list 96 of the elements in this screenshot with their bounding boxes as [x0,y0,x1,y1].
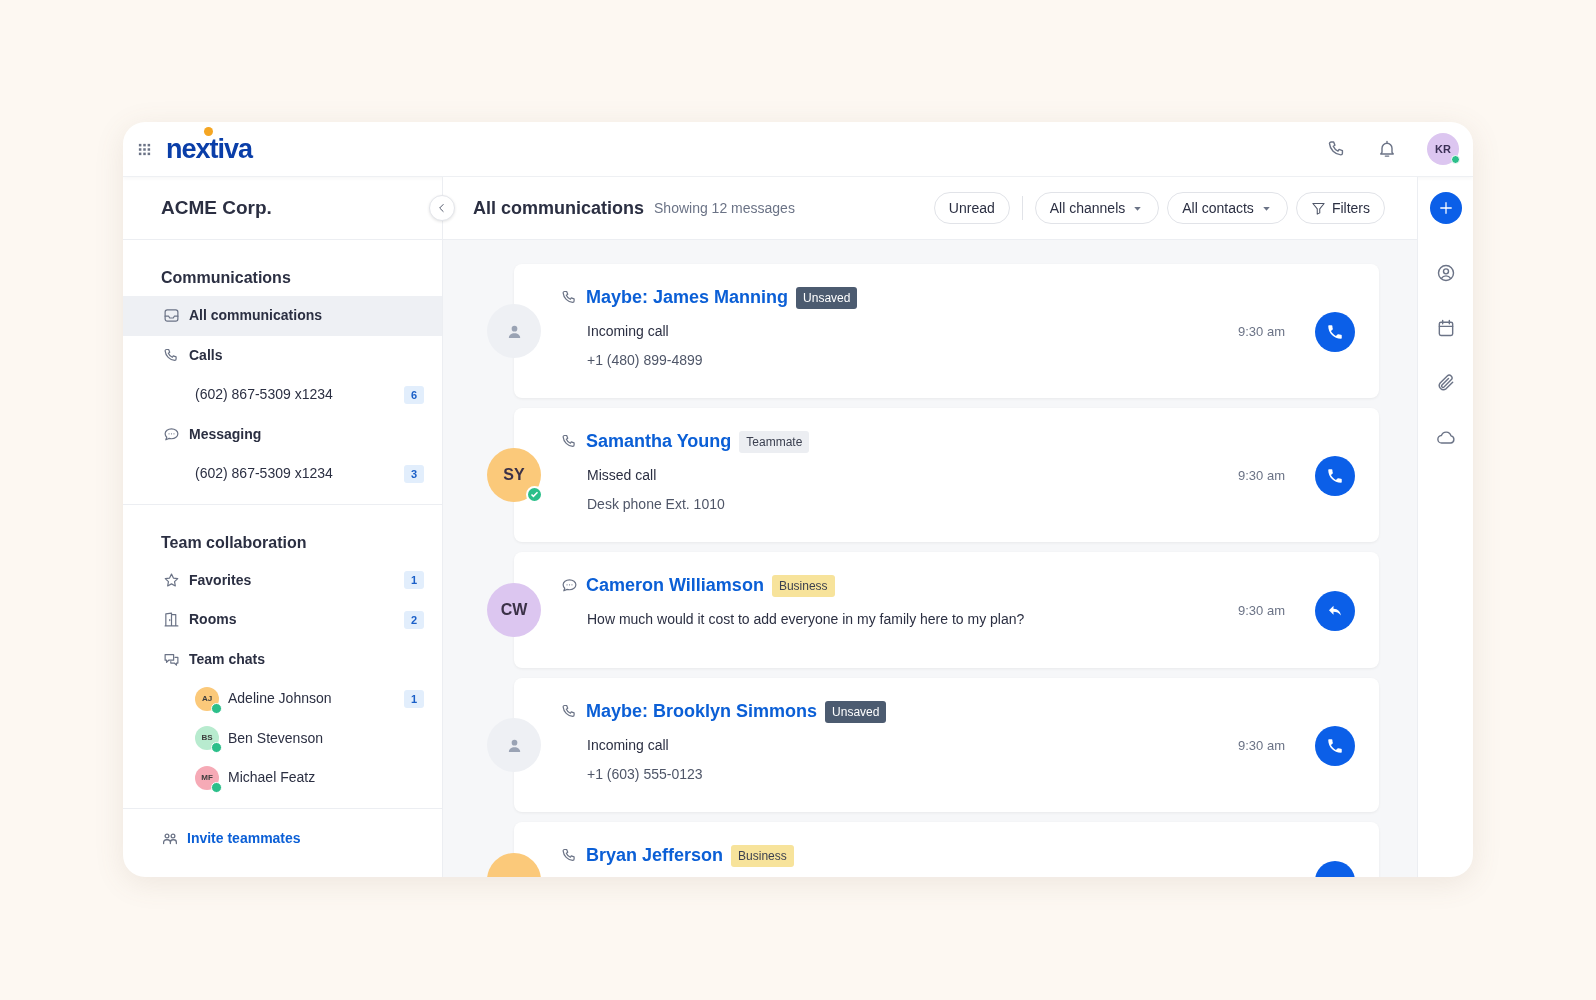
message-summary: Incoming call [586,736,670,755]
paperclip-icon[interactable] [1435,373,1456,393]
item-label: Messaging [189,424,262,444]
message-detail: Desk phone Ext. 1010 [586,495,726,514]
sidebar-item[interactable]: Team chats [123,639,442,679]
count-badge: 1 [404,571,424,590]
contact-name[interactable]: Samantha Young [586,428,732,455]
phone-icon [1326,737,1344,755]
message-time: 9:30 am [1238,323,1285,342]
message-time: 9:30 am [1238,602,1285,621]
count-badge: 1 [404,689,424,708]
sidebar-item[interactable]: Rooms 2 [123,600,442,640]
filter-button[interactable]: Filters [1295,192,1385,224]
avatar: CW [487,583,541,637]
call-button[interactable] [1315,456,1355,496]
sidebar-item[interactable]: (602) 867-5309 x1234 6 [123,375,442,415]
item-label: Michael Featz [228,768,316,788]
invite-link[interactable]: Invite teammates [187,828,301,849]
speech-bubble-icon [561,577,578,594]
phone-icon [1326,323,1344,341]
status-badge [211,742,222,754]
message-summary: Incoming call [586,322,670,341]
message-time: 9:30 am [1238,467,1285,486]
phone-icon [561,703,578,720]
logo-dot [204,126,213,136]
avatar: BS [195,726,219,751]
dropdown-button[interactable]: All channels [1034,192,1160,224]
avatar: AJ [195,686,219,711]
section-heading: Communications [160,268,292,288]
sidebar-item[interactable]: All communications [123,296,442,336]
contact-tag: Business [771,574,835,597]
contact-tag: Unsaved [796,286,858,309]
sidebar-item[interactable]: Calls [123,335,442,375]
item-label: Rooms [189,610,237,630]
item-label: All communications [189,306,323,326]
item-label: Favorites [189,570,252,590]
contact-tag: Business [731,844,794,867]
add-button[interactable] [1429,192,1462,224]
reply-button[interactable] [1315,591,1355,631]
avatar: MF [195,765,219,790]
sidebar-item[interactable]: Favorites 1 [123,560,442,600]
phone-icon [561,289,578,306]
message-summary: Missed call [586,466,658,485]
item-label: Adeline Johnson [228,689,332,709]
contact-name[interactable]: Maybe: James Manning [586,284,789,311]
page-title: All communications [473,196,645,220]
call-button[interactable] [1315,312,1355,352]
phone-icon [561,433,578,450]
item-label: (602) 867-5309 x1234 [195,385,333,405]
online-dot [1451,155,1460,164]
inbox-icon [163,307,180,325]
message-card[interactable]: Maybe: James Manning Unsaved Incoming call +1 (480) 899-4899 9:30 am [514,264,1379,398]
contact-tag: Unsaved [825,700,887,723]
item-label: (602) 867-5309 x1234 [195,464,333,484]
message-summary: How much would it cost to add everyone in my family here to my plan? [586,610,1025,629]
star-icon [163,571,180,589]
status-badge [211,702,222,714]
sidebar-item[interactable]: MF Michael Featz [123,758,442,798]
sidebar-item[interactable]: Messaging [123,414,442,454]
contact-tag: Teammate [739,430,810,453]
call-button[interactable] [1315,726,1355,766]
phone-icon [1326,467,1344,485]
phone-icon [561,847,578,864]
person-circle-icon[interactable] [1435,263,1456,283]
org-name: ACME Corp. [161,195,272,220]
avatar: SY [487,448,541,502]
message-detail: +1 (603) 555-0123 [586,765,704,784]
contact-name[interactable]: Cameron Williamson [586,572,764,599]
dropdown-button[interactable]: All contacts [1167,192,1288,224]
message-card[interactable]: Maybe: Brooklyn Simmons Unsaved Incoming call +1 (603) 555-0123 9:30 am [514,678,1379,812]
speech-bubble-icon [163,425,180,443]
item-label: Team chats [189,649,265,669]
message-count: Showing 12 messages [654,198,795,218]
grid-menu-icon[interactable] [137,141,152,157]
section-heading: Team collaboration [160,532,308,553]
phone-icon [163,346,180,364]
count-badge: 6 [404,385,424,404]
count-badge: 3 [404,464,424,483]
user-avatar[interactable]: KR [1427,133,1459,165]
contact-name[interactable]: Bryan Jefferson [586,842,724,869]
item-label: Calls [189,345,223,365]
message-card[interactable]: Bryan Jefferson Business [514,822,1379,877]
sidebar-item[interactable]: BS Ben Stevenson [123,718,442,758]
sidebar-item[interactable]: AJ Adeline Johnson 1 [123,679,442,719]
logo: nextiva [166,135,253,163]
contact-name[interactable]: Maybe: Brooklyn Simmons [586,698,818,725]
sidebar-item[interactable]: (602) 867-5309 x1234 3 [123,454,442,494]
bell-icon[interactable] [1377,139,1397,159]
funnel-icon [1310,200,1326,216]
message-detail: +1 (480) 899-4899 [586,351,704,370]
message-time: 9:30 am [1238,737,1285,756]
item-label: Ben Stevenson [228,728,323,748]
door-icon [163,611,180,629]
count-badge: 2 [404,610,424,629]
status-badge [211,781,222,793]
filter-button[interactable]: Unread [933,192,1010,224]
